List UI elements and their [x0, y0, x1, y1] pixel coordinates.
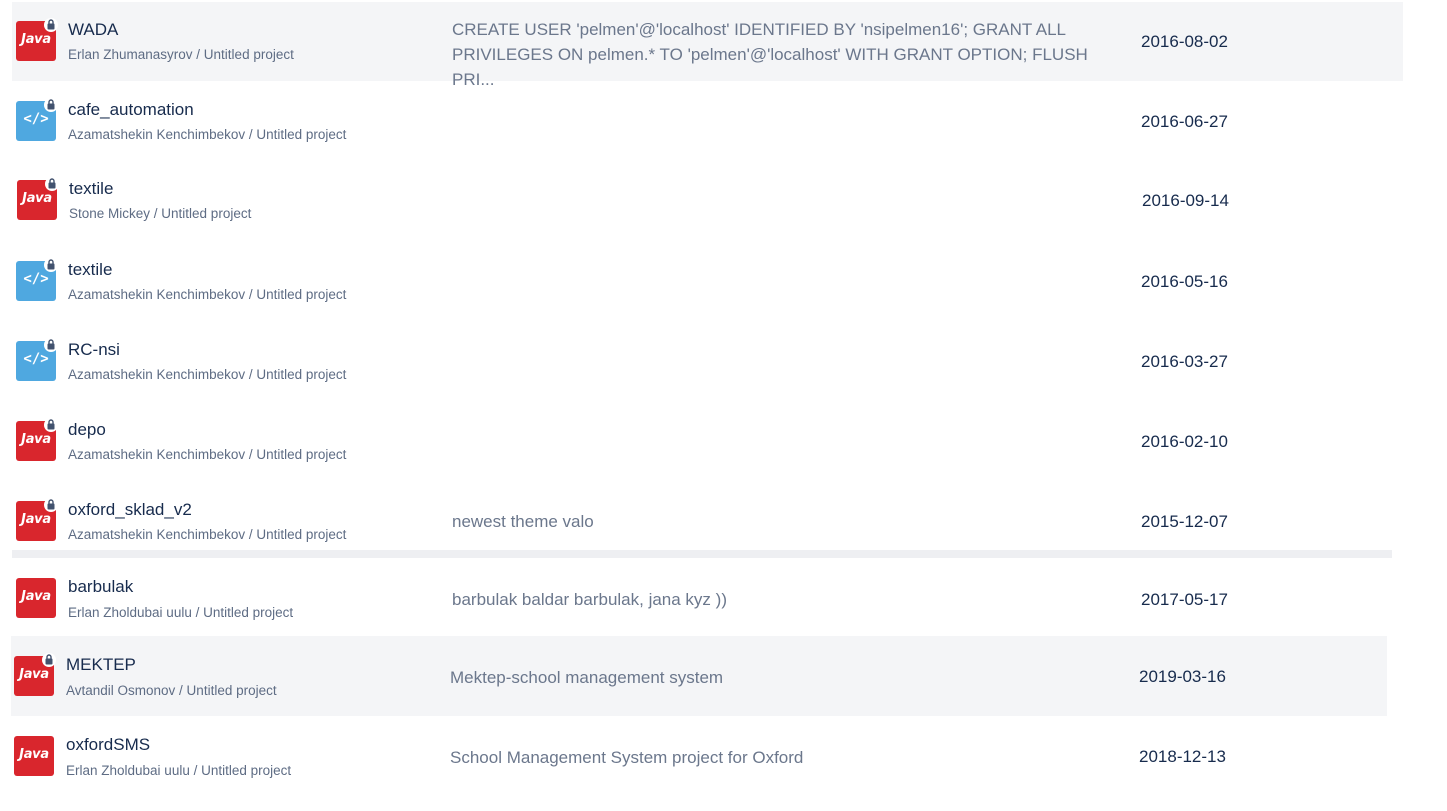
lock-icon: [45, 177, 59, 191]
lock-icon: [44, 418, 58, 432]
repo-row[interactable]: </> textile Azamatshekin Kenchimbekov / …: [12, 242, 1403, 321]
lock-icon: [44, 338, 58, 352]
java-icon[interactable]: Java: [16, 498, 58, 541]
repo-name-link[interactable]: oxford_sklad_v2: [68, 500, 192, 520]
avatar-label: Java: [21, 432, 51, 447]
repo-name-link[interactable]: cafe_automation: [68, 100, 194, 120]
repo-row[interactable]: Java WADA Erlan Zhumanasyrov / Untitled …: [12, 2, 1403, 89]
repo-updated-date: 2016-02-10: [1141, 432, 1228, 451]
repo-description-line: Mektep-school management system: [450, 668, 724, 687]
avatar-label: </>: [23, 111, 49, 127]
repo-row[interactable]: Java oxford_sklad_v2 Azamatshekin Kenchi…: [12, 482, 1403, 550]
repo-owner-project[interactable]: Erlan Zholdubai uulu / Untitled project: [68, 605, 293, 620]
repo-description-line: School Management System project for Oxf…: [450, 748, 804, 767]
repo-row[interactable]: Java depo Azamatshekin Kenchimbekov / Un…: [12, 402, 1403, 481]
repo-description: barbulak baldar barbulak, jana kyz )): [452, 587, 1117, 612]
lock-icon: [44, 98, 58, 112]
repo-description-line: barbulak baldar barbulak, jana kyz )): [452, 590, 727, 609]
avatar-label: </>: [23, 271, 49, 287]
repo-name-link[interactable]: barbulak: [68, 577, 133, 597]
repo-name-link[interactable]: MEKTEP: [66, 655, 136, 675]
repo-description: newest theme valo: [452, 509, 1117, 534]
repo-name-link[interactable]: RC-nsi: [68, 340, 120, 360]
repo-owner-project[interactable]: Azamatshekin Kenchimbekov / Untitled pro…: [68, 287, 346, 302]
repo-updated-date: 2016-05-16: [1141, 272, 1228, 291]
avatar-label: </>: [23, 351, 49, 367]
repo-owner-project[interactable]: Avtandil Osmonov / Untitled project: [66, 683, 277, 698]
repo-updated-date: 2016-08-02: [1141, 32, 1228, 51]
repo-owner-project[interactable]: Stone Mickey / Untitled project: [69, 206, 251, 221]
repo-name-link[interactable]: depo: [68, 420, 106, 440]
repo-updated-date: 2019-03-16: [1139, 667, 1226, 686]
avatar-label: Java: [19, 667, 49, 682]
repo-owner-project[interactable]: Erlan Zholdubai uulu / Untitled project: [66, 763, 291, 778]
avatar-label: Java: [21, 32, 51, 47]
repo-owner-project[interactable]: Azamatshekin Kenchimbekov / Untitled pro…: [68, 127, 346, 142]
repo-row[interactable]: </> RC-nsi Azamatshekin Kenchimbekov / U…: [12, 322, 1403, 401]
repo-description: CREATE USER 'pelmen'@'localhost' IDENTIF…: [452, 17, 1117, 92]
repo-owner-project[interactable]: Azamatshekin Kenchimbekov / Untitled pro…: [68, 447, 346, 462]
repo-updated-date: 2018-12-13: [1139, 747, 1226, 766]
repo-name-link[interactable]: WADA: [68, 20, 118, 40]
avatar-label: Java: [21, 589, 51, 604]
code-icon[interactable]: </>: [16, 258, 58, 301]
repo-name-link[interactable]: oxfordSMS: [66, 735, 150, 755]
lock-icon: [44, 258, 58, 272]
repo-row[interactable]: Java MEKTEP Avtandil Osmonov / Untitled …: [11, 636, 1387, 716]
lock-icon: [44, 18, 58, 32]
java-icon[interactable]: Java: [16, 578, 56, 618]
repo-row[interactable]: Java barbulak Erlan Zholdubai uulu / Unt…: [12, 558, 1390, 636]
repo-updated-date: 2015-12-07: [1141, 512, 1228, 531]
repo-row[interactable]: Java textile Stone Mickey / Untitled pro…: [12, 161, 1403, 240]
java-icon[interactable]: Java: [14, 653, 56, 696]
java-icon[interactable]: Java: [16, 18, 58, 61]
repo-updated-date: 2016-09-14: [1142, 191, 1229, 210]
java-icon[interactable]: Java: [17, 177, 59, 220]
repo-row[interactable]: Java oxfordSMS Erlan Zholdubai uulu / Un…: [11, 716, 1387, 796]
repo-name-link[interactable]: textile: [69, 179, 113, 199]
repo-row[interactable]: </> cafe_automation Azamatshekin Kenchim…: [12, 82, 1403, 161]
avatar-label: Java: [22, 191, 52, 206]
repo-updated-date: 2016-03-27: [1141, 352, 1228, 371]
section-divider: [12, 550, 1392, 558]
lock-icon: [42, 653, 56, 667]
code-icon[interactable]: </>: [16, 338, 58, 381]
repo-description: Mektep-school management system: [450, 665, 1115, 690]
code-icon[interactable]: </>: [16, 98, 58, 141]
repo-description-line: newest theme valo: [452, 512, 594, 531]
repo-updated-date: 2016-06-27: [1141, 112, 1228, 131]
java-icon[interactable]: Java: [14, 736, 54, 776]
avatar-label: Java: [19, 747, 49, 762]
repo-owner-project[interactable]: Azamatshekin Kenchimbekov / Untitled pro…: [68, 527, 346, 542]
repo-description: School Management System project for Oxf…: [450, 745, 1115, 770]
repo-description-line: CREATE USER 'pelmen'@'localhost' IDENTIF…: [452, 20, 1067, 39]
java-icon[interactable]: Java: [16, 418, 58, 461]
lock-icon: [44, 498, 58, 512]
repo-owner-project[interactable]: Azamatshekin Kenchimbekov / Untitled pro…: [68, 367, 346, 382]
repo-updated-date: 2017-05-17: [1141, 590, 1228, 609]
repo-owner-project[interactable]: Erlan Zhumanasyrov / Untitled project: [68, 47, 294, 62]
avatar-label: Java: [21, 512, 51, 527]
repo-name-link[interactable]: textile: [68, 260, 112, 280]
